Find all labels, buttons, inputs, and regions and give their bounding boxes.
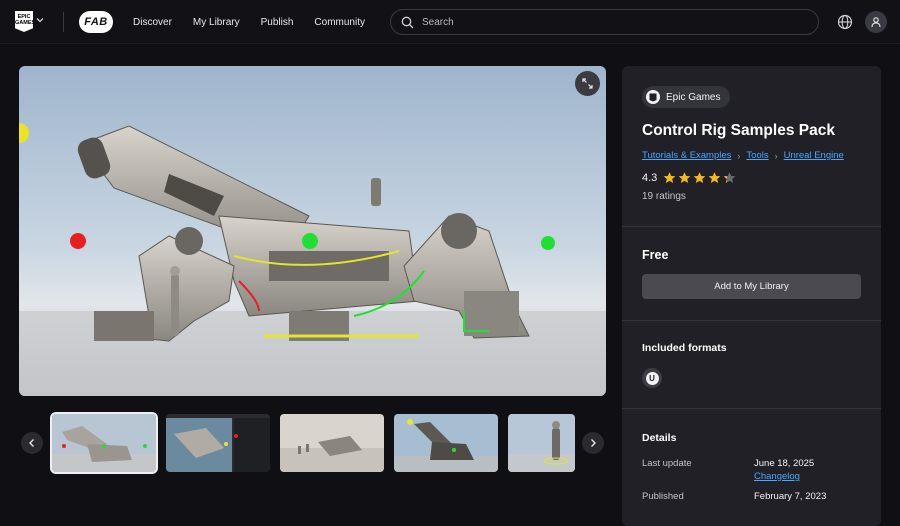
thumbnail-image [166,414,270,472]
star-icon [663,172,676,184]
star-icon [723,172,736,184]
detail-label-last-update: Last update [642,458,692,469]
chevron-down-icon[interactable] [35,15,45,25]
detail-label-published: Published [642,491,684,502]
search-bar[interactable] [390,9,819,35]
carousel-next-button[interactable] [582,432,604,454]
rating-row: 4.3 [642,171,736,184]
chevron-right-icon: › [737,150,741,161]
add-to-library-button[interactable]: Add to My Library [642,274,861,299]
unreal-engine-icon[interactable]: U [642,368,662,388]
seller-badge[interactable]: Epic Games [642,86,731,108]
fab-logo[interactable]: FAB [79,11,113,33]
globe-icon[interactable] [836,13,854,31]
detail-value-published: February 7, 2023 [754,491,827,502]
robot-render-image [19,66,606,396]
user-icon [871,17,881,28]
divider [63,12,64,32]
star-icon [693,172,706,184]
ratings-count: 19 ratings [642,191,686,202]
search-icon [401,16,414,28]
thumbnail-4[interactable] [394,414,498,472]
divider [622,226,881,227]
star-rating [663,171,736,184]
main-nav: Discover My Library Publish Community [133,0,365,44]
chevron-right-icon: › [774,150,778,161]
chevron-left-icon [29,439,34,447]
top-navigation-bar: EPIC GAMES FAB Discover My Library Publis… [0,0,900,44]
seller-name: Epic Games [666,91,721,103]
thumbnail-image [394,414,498,472]
hero-image[interactable] [19,66,606,396]
thumbnail-image [280,414,384,472]
epic-games-logo[interactable]: EPIC GAMES [15,11,33,32]
thumbnail-image [52,414,156,472]
nav-my-library[interactable]: My Library [193,17,240,28]
expand-icon [582,78,593,89]
divider [622,408,881,409]
thumbnail-2[interactable] [166,414,270,472]
category-link-tutorials-examples[interactable]: Tutorials & Examples [642,150,731,161]
nav-publish[interactable]: Publish [261,17,294,28]
thumbnail-image [508,414,575,472]
star-icon [678,172,691,184]
breadcrumb: Tutorials & Examples › Tools › Unreal En… [642,150,844,161]
category-link-tools[interactable]: Tools [746,150,768,161]
thumbnail-1[interactable] [50,412,158,474]
details-heading: Details [642,432,677,444]
chevron-right-icon [591,439,596,447]
price: Free [642,248,669,262]
rating-value: 4.3 [642,171,658,184]
expand-button[interactable] [575,71,600,96]
category-link-unreal-engine[interactable]: Unreal Engine [784,150,844,161]
carousel-prev-button[interactable] [21,432,43,454]
thumbnail-5[interactable] [508,414,575,472]
epic-games-icon [646,90,660,104]
product-title: Control Rig Samples Pack [642,122,835,139]
star-icon [708,172,721,184]
included-formats-heading: Included formats [642,342,727,354]
detail-value-last-update: June 18, 2025 [754,458,815,469]
avatar[interactable] [865,11,887,33]
thumbnail-3[interactable] [280,414,384,472]
nav-community[interactable]: Community [314,17,365,28]
nav-discover[interactable]: Discover [133,17,172,28]
product-info-panel: Epic Games Control Rig Samples Pack Tuto… [622,66,881,526]
divider [622,320,881,321]
search-input[interactable] [422,16,802,28]
changelog-link[interactable]: Changelog [754,471,800,482]
